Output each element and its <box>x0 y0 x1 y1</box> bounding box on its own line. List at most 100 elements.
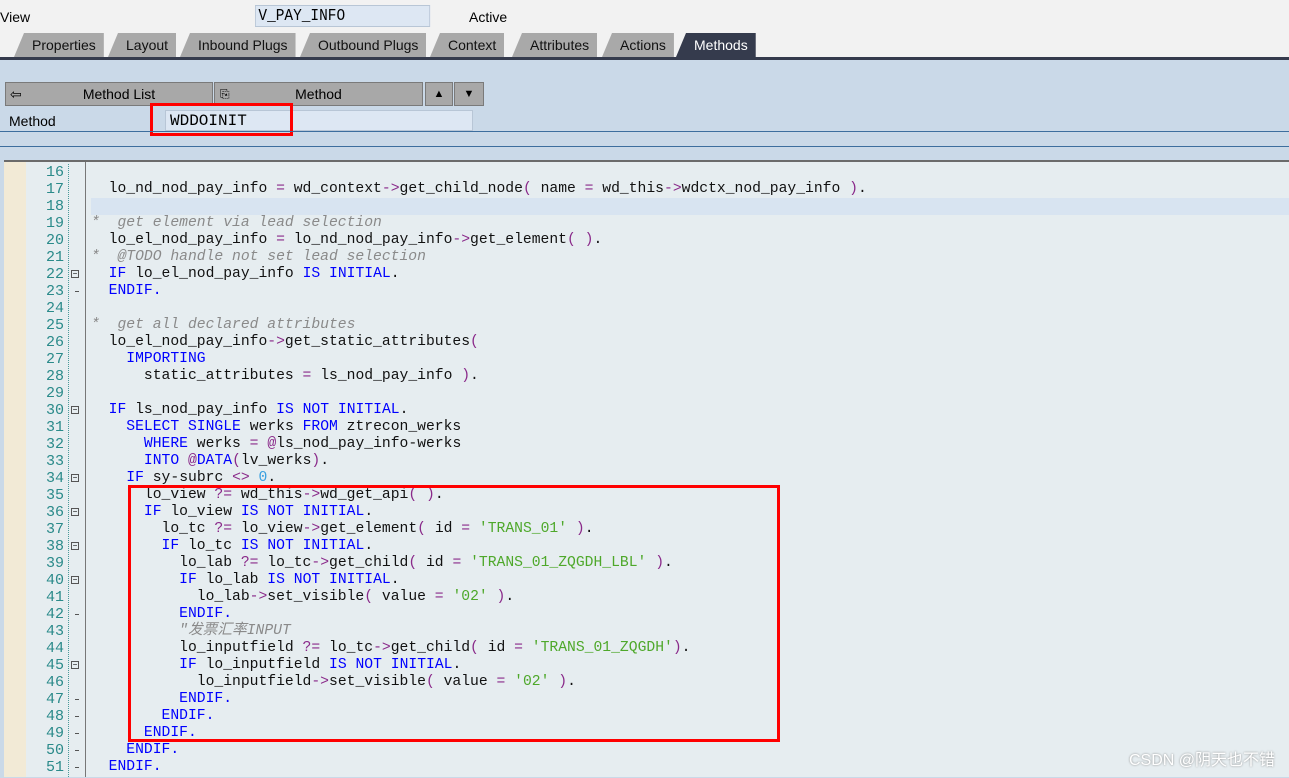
code-line[interactable]: lo_nd_nod_pay_info = wd_context->get_chi… <box>91 181 1289 198</box>
line-number: 23 <box>45 283 64 300</box>
tab-methods[interactable]: Methods <box>676 33 756 57</box>
code-line[interactable]: WHERE werks = @ls_nod_pay_info-werks <box>91 436 1289 453</box>
line-number: 32 <box>45 436 64 453</box>
previous-button[interactable]: ▲ <box>425 82 453 106</box>
fold-end-marker <box>75 699 79 700</box>
code-line[interactable]: lo_el_nod_pay_info->get_static_attribute… <box>91 334 1289 351</box>
line-number: 45 <box>45 657 64 674</box>
code-line[interactable] <box>91 164 1289 181</box>
code-line[interactable]: * get all declared attributes <box>91 317 1289 334</box>
tab-properties[interactable]: Properties <box>14 33 104 57</box>
view-name-field[interactable]: V_PAY_INFO <box>255 5 431 27</box>
fold-end-marker <box>75 716 79 717</box>
fold-markers: − − − − − − − <box>69 164 81 776</box>
code-line[interactable]: ENDIF. <box>91 742 1289 759</box>
fold-slot: − <box>69 504 81 521</box>
fold-slot <box>69 198 81 215</box>
code-line[interactable]: INTO @DATA(lv_werks). <box>91 453 1289 470</box>
code-token: ls_nod_pay_info <box>311 368 462 384</box>
line-number: 16 <box>45 164 64 181</box>
code-token: - <box>408 436 418 452</box>
code-line[interactable]: * @TODO handle not set lead selection <box>91 249 1289 266</box>
fold-slot: − <box>69 572 81 589</box>
code-token: ( <box>470 334 479 350</box>
code-token: -> <box>267 334 285 350</box>
next-button[interactable]: ▼ <box>454 82 484 106</box>
status-text: Active <box>469 9 508 25</box>
code-line[interactable]: lo_el_nod_pay_info = lo_nd_nod_pay_info-… <box>91 232 1289 249</box>
line-number: 20 <box>45 232 64 249</box>
code-line[interactable]: ENDIF. <box>91 759 1289 776</box>
line-number: 43 <box>45 623 64 640</box>
code-token: . <box>470 368 479 384</box>
collapse-icon[interactable]: − <box>71 576 79 584</box>
fold-slot <box>69 317 81 334</box>
code-token: WHERE <box>143 436 188 452</box>
code-token: . <box>267 470 277 486</box>
line-number: 51 <box>45 759 64 776</box>
code-token: werks <box>240 419 303 435</box>
fold-end-marker <box>75 291 79 292</box>
fold-slot <box>69 215 81 232</box>
code-token: subrc <box>179 470 233 486</box>
code-token: @ <box>267 436 277 452</box>
code-token: @ <box>187 453 197 469</box>
line-number: 27 <box>45 351 64 368</box>
line-number: 34 <box>45 470 64 487</box>
code-token: * get element via lead selection <box>91 215 382 231</box>
collapse-icon[interactable]: − <box>71 270 79 278</box>
code-line[interactable] <box>91 300 1289 317</box>
code-line[interactable]: * get element via lead selection <box>91 215 1289 232</box>
code-token: name <box>531 181 585 197</box>
code-line[interactable]: static_attributes = ls_nod_pay_info ). <box>91 368 1289 385</box>
code-line[interactable] <box>91 385 1289 402</box>
line-number: 49 <box>45 725 64 742</box>
collapse-icon[interactable]: − <box>71 661 79 669</box>
tab-outbound-plugs[interactable]: Outbound Plugs <box>300 33 427 57</box>
fold-slot <box>69 300 81 317</box>
tab-actions[interactable]: Actions <box>602 33 674 57</box>
fold-slot <box>69 606 81 623</box>
code-token: IS <box>276 402 294 418</box>
code-token: * get all declared attributes <box>91 317 356 333</box>
code-token: - <box>170 470 180 486</box>
tab-layout[interactable]: Layout <box>108 33 177 57</box>
code-token: ( <box>522 181 532 197</box>
tab-context[interactable]: Context <box>430 33 505 57</box>
code-token: lo_nd_nod_pay_info <box>91 181 277 197</box>
line-number: 28 <box>45 368 64 385</box>
tab-attributes[interactable]: Attributes <box>512 33 598 57</box>
collapse-icon[interactable]: − <box>71 406 79 414</box>
line-number: 48 <box>45 708 64 725</box>
code-token: ( <box>567 232 576 248</box>
code-line[interactable]: IF ls_nod_pay_info IS NOT INITIAL. <box>91 402 1289 419</box>
code-token: IF <box>126 470 144 486</box>
code-line[interactable]: SELECT SINGLE werks FROM ztrecon_werks <box>91 419 1289 436</box>
collapse-icon[interactable]: − <box>71 508 79 516</box>
fold-slot: − <box>69 402 81 419</box>
code-token: get_static_attributes <box>284 334 471 350</box>
method-button-label: Method <box>295 86 342 102</box>
code-token: ls_nod_pay_info <box>276 436 409 452</box>
hierarchy-icon: ⎘ <box>220 87 230 101</box>
collapse-icon[interactable]: − <box>71 542 79 550</box>
code-token: lo_el_nod_pay_info <box>91 334 268 350</box>
code-line[interactable]: IF lo_el_nod_pay_info IS INITIAL. <box>91 266 1289 283</box>
tab-strip: Properties Layout Inbound Plugs Outbound Pl… <box>0 33 1289 57</box>
collapse-icon[interactable]: − <box>71 474 79 482</box>
code-line[interactable]: ENDIF. <box>91 283 1289 300</box>
code-line[interactable]: IMPORTING <box>91 351 1289 368</box>
code-token: FROM <box>302 419 338 435</box>
tab-inbound-plugs[interactable]: Inbound Plugs <box>180 33 296 57</box>
code-line[interactable] <box>91 198 1289 215</box>
code-token: get_element <box>470 232 567 248</box>
code-token: NOT <box>302 402 330 418</box>
line-number: 26 <box>45 334 64 351</box>
code-token: <> <box>232 470 250 486</box>
code-token: DATA <box>196 453 233 469</box>
code-token: -> <box>381 181 400 197</box>
code-token: . <box>320 453 330 469</box>
fold-slot <box>69 674 81 691</box>
